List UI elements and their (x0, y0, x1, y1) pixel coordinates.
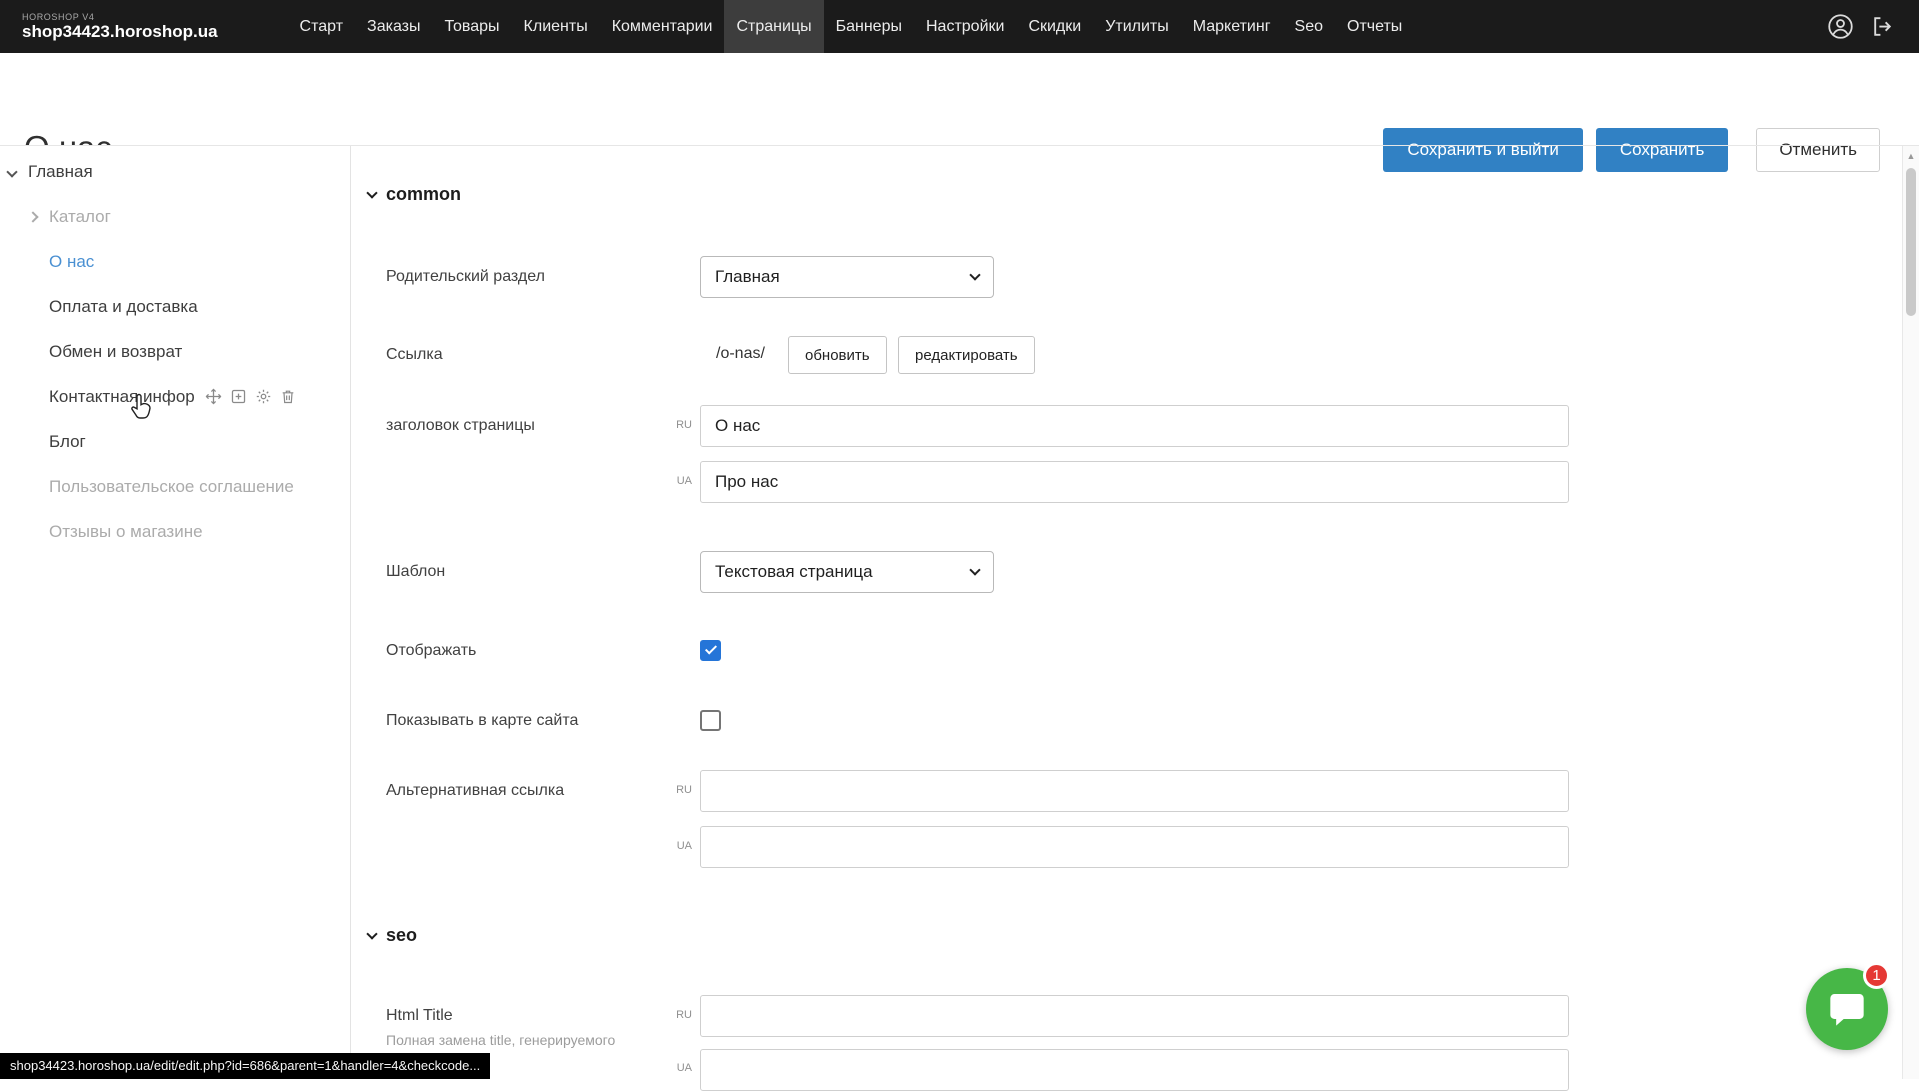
chat-badge: 1 (1863, 962, 1890, 989)
tree-item-label: Обмен и возврат (49, 342, 182, 362)
delete-icon[interactable] (280, 388, 296, 405)
scroll-up-icon[interactable]: ▲ (1903, 146, 1919, 161)
display-checkbox[interactable] (700, 640, 721, 661)
tree-item[interactable]: Каталог (0, 194, 350, 239)
nav-item[interactable]: Отчеты (1335, 0, 1414, 53)
tree-item[interactable]: Блог (0, 419, 350, 464)
alt-link-label: Альтернативная ссылка (386, 781, 564, 801)
add-page-icon[interactable] (230, 388, 247, 405)
template-select[interactable]: Текстовая страница (700, 551, 994, 593)
chevron-right-icon[interactable] (27, 211, 38, 222)
parent-section-label: Родительский раздел (386, 267, 545, 287)
html-title-ru-input[interactable] (700, 995, 1569, 1037)
tree-item-label: Оплата и доставка (49, 297, 198, 317)
tree-item-label: Каталог (49, 207, 111, 227)
settings-icon[interactable] (255, 388, 272, 405)
scrollbar[interactable]: ▲ (1902, 146, 1919, 1079)
topbar-icons (1827, 13, 1895, 40)
nav-item[interactable]: Страницы (724, 0, 823, 53)
tree-item[interactable]: Пользовательское соглашение (0, 464, 350, 509)
tree-item-label: Блог (49, 432, 86, 452)
top-nav: СтартЗаказыТоварыКлиентыКомментарииСтран… (288, 0, 1415, 53)
template-label: Шаблон (386, 562, 445, 582)
nav-item[interactable]: Скидки (1016, 0, 1093, 53)
lang-ru-label: RU (656, 784, 692, 796)
status-url: shop34423.horoshop.ua/edit/edit.php?id=6… (0, 1053, 490, 1079)
tree-item-label: Главная (28, 162, 93, 182)
move-icon[interactable] (205, 388, 222, 405)
chevron-down-icon (969, 269, 980, 280)
lang-ru-label: RU (656, 1009, 692, 1021)
link-label: Ссылка (386, 345, 443, 365)
lang-ru-label: RU (656, 419, 692, 431)
cancel-button[interactable]: Отменить (1756, 128, 1880, 172)
nav-item[interactable]: Заказы (355, 0, 432, 53)
page-tree: Главная Каталог О нас Оплата и доставка Обме… (0, 149, 350, 554)
account-icon[interactable] (1827, 13, 1854, 40)
tree-item-label: О нас (49, 252, 94, 272)
tree-item[interactable]: Отзывы о магазине (0, 509, 350, 554)
chevron-down-icon[interactable] (6, 166, 17, 177)
tree-item[interactable]: Оплата и доставка (0, 284, 350, 329)
parent-section-select[interactable]: Главная (700, 256, 994, 298)
edit-link-button[interactable]: редактировать (898, 336, 1035, 374)
lang-ua-label: UA (656, 1062, 692, 1074)
lang-ua-label: UA (656, 840, 692, 852)
logout-icon[interactable] (1870, 14, 1895, 39)
template-value: Текстовая страница (715, 562, 873, 582)
chevron-down-icon (366, 928, 377, 939)
update-link-button[interactable]: обновить (788, 336, 887, 374)
tree-item-actions (205, 388, 296, 405)
link-path: /o-nas/ (716, 345, 765, 363)
brand-domain: shop34423.horoshop.ua (22, 22, 218, 42)
tree-item-label: Контактная инфор (49, 387, 195, 407)
save-and-exit-button[interactable]: Сохранить и выйти (1383, 128, 1582, 172)
alt-link-ua-input[interactable] (700, 826, 1569, 868)
sidebar: Главная Каталог О нас Оплата и доставка Обме… (0, 146, 351, 1079)
alt-link-ru-input[interactable] (700, 770, 1569, 812)
nav-item[interactable]: Настройки (914, 0, 1016, 53)
tree-item[interactable]: О нас (0, 239, 350, 284)
page-title-ru-input[interactable] (700, 405, 1569, 447)
chevron-down-icon (366, 187, 377, 198)
topbar: HOROSHOP V4 shop34423.horoshop.ua СтартЗ… (0, 0, 1919, 53)
chat-button[interactable]: 1 (1806, 968, 1888, 1050)
parent-section-value: Главная (715, 267, 780, 287)
page-header: О нас Сохранить и выйти Сохранить Отмени… (0, 53, 1919, 145)
check-icon (705, 642, 717, 654)
sitemap-checkbox[interactable] (700, 710, 721, 731)
tree-item-label: Пользовательское соглашение (49, 477, 294, 497)
page-title-label: заголовок страницы (386, 416, 535, 436)
brand-version: HOROSHOP V4 (22, 12, 218, 22)
lang-ua-label: UA (656, 475, 692, 487)
sitemap-label: Показывать в карте сайта (386, 711, 578, 731)
nav-item[interactable]: Комментарии (600, 0, 725, 53)
nav-item[interactable]: Клиенты (512, 0, 600, 53)
brand[interactable]: HOROSHOP V4 shop34423.horoshop.ua (22, 12, 218, 42)
html-title-ua-input[interactable] (700, 1049, 1569, 1091)
tree-item[interactable]: Обмен и возврат (0, 329, 350, 374)
chat-bubble-icon (1827, 989, 1867, 1029)
html-title-hint: Полная замена title, генерируемого (386, 1032, 615, 1048)
nav-item[interactable]: Seo (1283, 0, 1335, 53)
scrollbar-thumb[interactable] (1906, 168, 1916, 316)
tree-item[interactable]: Главная (0, 149, 350, 194)
nav-item[interactable]: Маркетинг (1181, 0, 1283, 53)
section-seo[interactable]: seo (368, 925, 417, 946)
nav-item[interactable]: Утилиты (1093, 0, 1181, 53)
save-button[interactable]: Сохранить (1596, 128, 1728, 172)
section-common-label: common (386, 184, 461, 205)
tree-item[interactable]: Контактная инфор (0, 374, 350, 419)
html-title-label: Html Title (386, 1006, 453, 1026)
tree-item-label: Отзывы о магазине (49, 522, 203, 542)
nav-item[interactable]: Старт (288, 0, 355, 53)
display-label: Отображать (386, 641, 476, 661)
nav-item[interactable]: Товары (433, 0, 512, 53)
nav-item[interactable]: Баннеры (824, 0, 914, 53)
section-seo-label: seo (386, 925, 417, 946)
section-common[interactable]: common (368, 184, 461, 205)
page-title-ua-input[interactable] (700, 461, 1569, 503)
header-buttons: Сохранить и выйти Сохранить Отменить (1383, 128, 1880, 172)
chevron-down-icon (969, 564, 980, 575)
